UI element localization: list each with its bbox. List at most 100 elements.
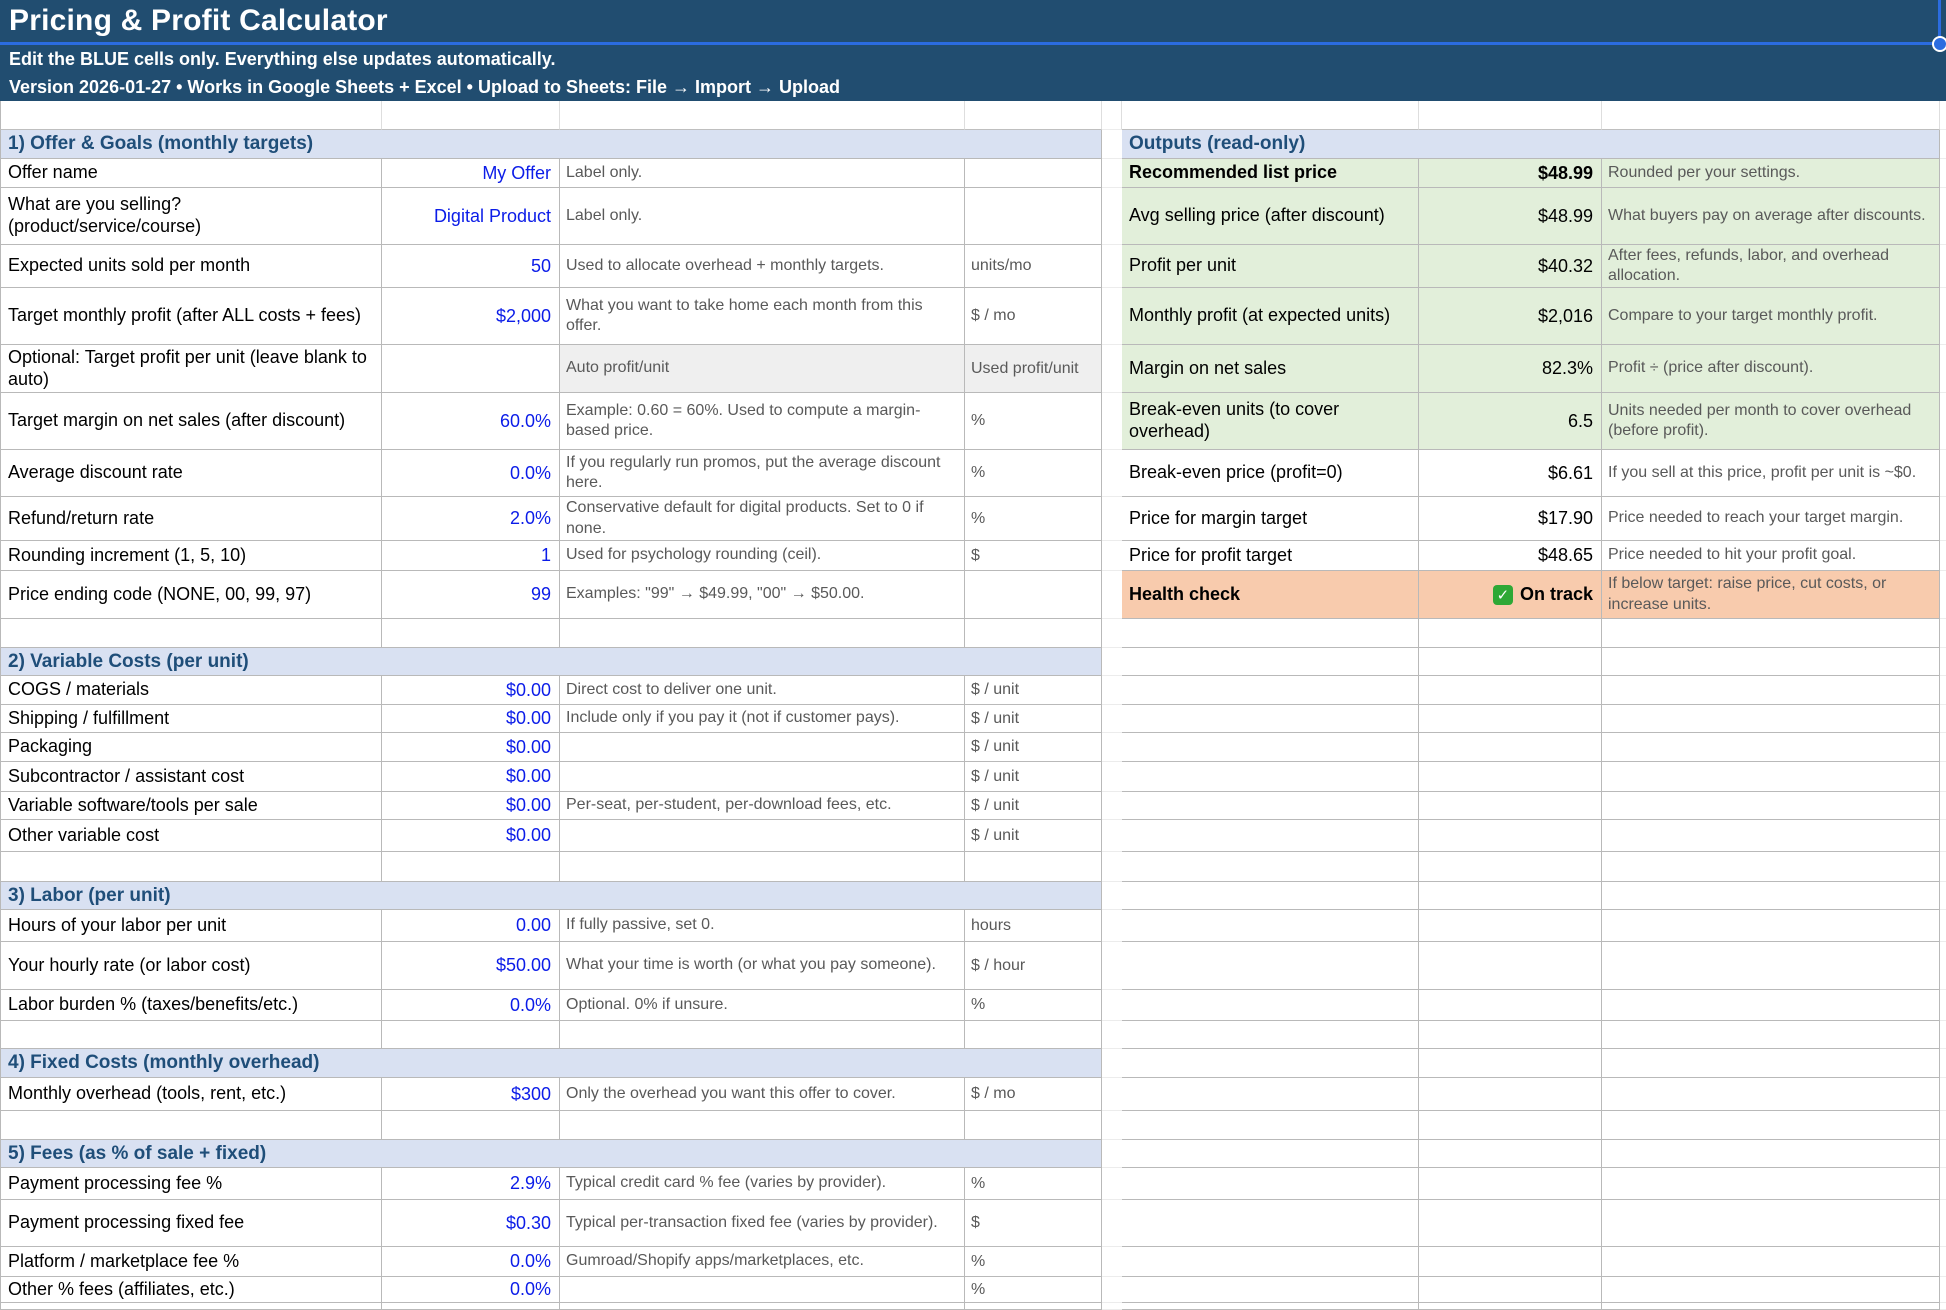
editable-value-cell[interactable]: 2.9% — [382, 1168, 560, 1200]
empty-cell — [1602, 1021, 1940, 1049]
row-label: Target monthly profit (after ALL costs +… — [0, 288, 382, 345]
row-label: Your hourly rate (or labor cost) — [0, 942, 382, 990]
editable-value-cell[interactable]: 0.0% — [382, 450, 560, 497]
row-label: Monthly overhead (tools, rent, etc.) — [0, 1078, 382, 1111]
output-value: $48.99 — [1419, 188, 1602, 245]
editable-value-cell[interactable]: 0.0% — [382, 1277, 560, 1303]
editable-value-cell[interactable]: $0.00 — [382, 792, 560, 820]
selection-handle[interactable] — [1932, 36, 1946, 52]
edge-sliver — [1940, 648, 1946, 676]
empty-cell — [560, 619, 965, 648]
row-description: What you want to take home each month fr… — [560, 288, 965, 345]
empty-cell — [965, 852, 1102, 882]
empty-cell — [0, 852, 382, 882]
selection-border-bottom — [0, 42, 1941, 45]
empty-cell — [1122, 882, 1419, 910]
page-title: Pricing & Profit Calculator — [0, 0, 1940, 42]
row-unit: $ — [965, 1200, 1102, 1247]
edge-sliver — [1940, 1078, 1946, 1111]
output-description: Profit ÷ (price after discount). — [1602, 345, 1940, 393]
empty-cell — [965, 1303, 1102, 1310]
output-label: Monthly profit (at expected units) — [1122, 288, 1419, 345]
column-gap — [1102, 450, 1122, 497]
empty-cell — [1122, 990, 1419, 1021]
sheet-row: 3) Labor (per unit) — [0, 882, 1946, 910]
editable-value-cell[interactable]: $50.00 — [382, 942, 560, 990]
empty-cell — [382, 1303, 560, 1310]
sheet-row: Expected units sold per month50Used to a… — [0, 245, 1946, 288]
editable-value-cell[interactable]: $2,000 — [382, 288, 560, 345]
empty-cell — [1419, 1168, 1602, 1200]
row-label: Packaging — [0, 733, 382, 762]
empty-cell — [1602, 1168, 1940, 1200]
row-description: Used for psychology rounding (ceil). — [560, 541, 965, 571]
editable-value-cell[interactable]: 2.0% — [382, 497, 560, 541]
row-label: What are you selling? (product/service/c… — [0, 188, 382, 245]
editable-value-cell[interactable]: $0.30 — [382, 1200, 560, 1247]
editable-value-cell[interactable]: Digital Product — [382, 188, 560, 245]
row-description: Auto profit/unit — [560, 345, 965, 393]
editable-value-cell[interactable]: $0.00 — [382, 762, 560, 792]
row-description — [560, 762, 965, 792]
row-label: Target margin on net sales (after discou… — [0, 393, 382, 450]
edge-sliver — [1940, 1140, 1946, 1168]
column-gap — [1102, 1168, 1122, 1200]
empty-cell — [1122, 942, 1419, 990]
row-unit: $ / unit — [965, 676, 1102, 705]
column-gap — [1102, 1303, 1122, 1310]
empty-cell — [1122, 705, 1419, 733]
output-label: Price for margin target — [1122, 497, 1419, 541]
row-label: Hours of your labor per unit — [0, 910, 382, 942]
row-description: Example: 0.60 = 60%. Used to compute a m… — [560, 393, 965, 450]
empty-cell — [1419, 648, 1602, 676]
edge-sliver — [1940, 393, 1946, 450]
output-description: After fees, refunds, labor, and overhead… — [1602, 245, 1940, 288]
edge-sliver — [1940, 990, 1946, 1021]
output-label: Profit per unit — [1122, 245, 1419, 288]
grid-cell — [1419, 101, 1602, 130]
editable-value-cell[interactable]: 1 — [382, 541, 560, 571]
row-description — [560, 733, 965, 762]
empty-cell — [1419, 762, 1602, 792]
editable-value-cell[interactable] — [382, 345, 560, 393]
column-gap — [1102, 1021, 1122, 1049]
editable-value-cell[interactable]: $0.00 — [382, 705, 560, 733]
empty-cell — [965, 1021, 1102, 1049]
row-label: COGS / materials — [0, 676, 382, 705]
empty-cell — [1602, 762, 1940, 792]
row-description: Typical credit card % fee (varies by pro… — [560, 1168, 965, 1200]
edge-sliver — [1940, 942, 1946, 990]
row-unit: units/mo — [965, 245, 1102, 288]
editable-value-cell[interactable]: $0.00 — [382, 676, 560, 705]
edge-sliver — [1940, 733, 1946, 762]
editable-value-cell[interactable]: 99 — [382, 571, 560, 619]
output-description: What buyers pay on average after discoun… — [1602, 188, 1940, 245]
editable-value-cell[interactable]: 60.0% — [382, 393, 560, 450]
sheet-row: Rounding increment (1, 5, 10)1Used for p… — [0, 541, 1946, 571]
empty-cell — [1419, 882, 1602, 910]
editable-value-cell[interactable]: $0.00 — [382, 820, 560, 852]
edge-sliver — [1940, 1021, 1946, 1049]
empty-cell — [1419, 820, 1602, 852]
sheet-row: 5) Fees (as % of sale + fixed) — [0, 1140, 1946, 1168]
empty-cell — [1122, 1049, 1419, 1078]
editable-value-cell[interactable]: My Offer — [382, 159, 560, 188]
editable-value-cell[interactable]: 50 — [382, 245, 560, 288]
editable-value-cell[interactable]: 0.0% — [382, 1247, 560, 1277]
column-gap — [1102, 762, 1122, 792]
edge-sliver — [1940, 541, 1946, 571]
section-header: 1) Offer & Goals (monthly targets) — [0, 130, 1102, 159]
column-gap — [1102, 852, 1122, 882]
section-header: 4) Fixed Costs (monthly overhead) — [0, 1049, 1102, 1078]
empty-cell — [1122, 733, 1419, 762]
edge-sliver — [1940, 1049, 1946, 1078]
editable-value-cell[interactable]: $0.00 — [382, 733, 560, 762]
editable-value-cell[interactable]: 0.0% — [382, 990, 560, 1021]
section-header: 2) Variable Costs (per unit) — [0, 648, 1102, 676]
grid-cell — [560, 101, 965, 130]
editable-value-cell[interactable]: $300 — [382, 1078, 560, 1111]
sheet-row: Platform / marketplace fee %0.0%Gumroad/… — [0, 1247, 1946, 1277]
editable-value-cell[interactable]: 0.00 — [382, 910, 560, 942]
empty-cell — [1419, 1247, 1602, 1277]
edge-sliver — [1940, 676, 1946, 705]
